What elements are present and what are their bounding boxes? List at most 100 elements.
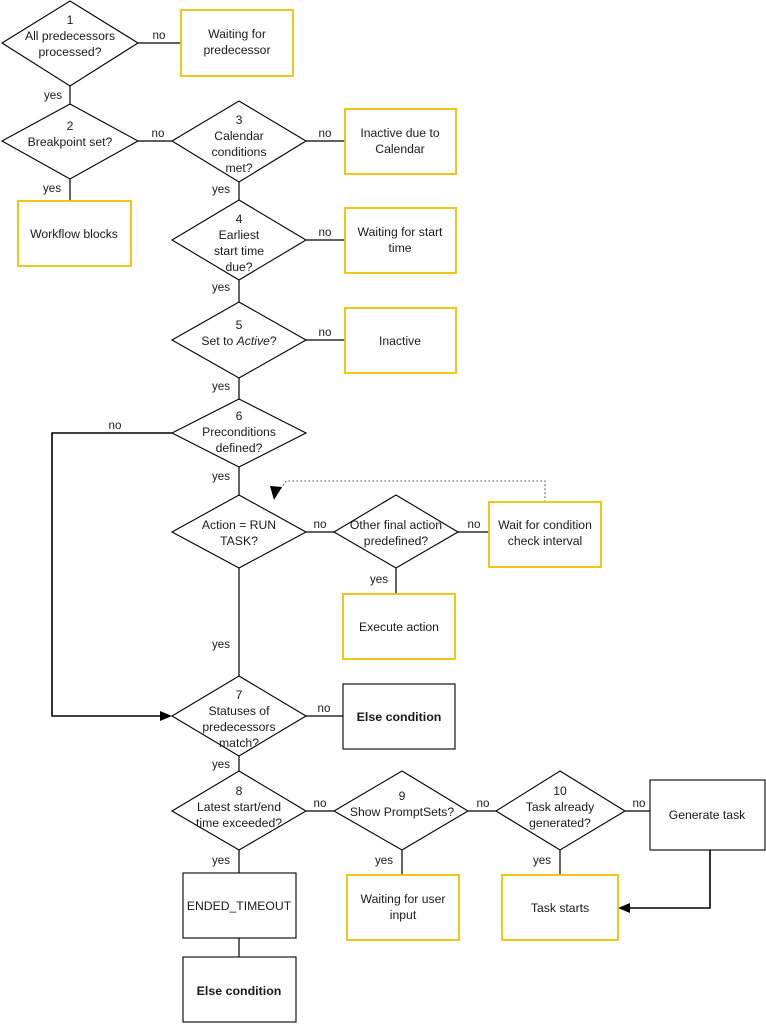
state-box-inactive-due-to-calendar[interactable]: Inactive due to Calendar	[344, 108, 457, 175]
decision-label-line2: predecessors	[202, 720, 275, 734]
box-label-line1: Execute action	[359, 620, 439, 634]
decision-set-to-active[interactable]: 5 Set to Active?	[170, 301, 308, 379]
active-italic: Active	[236, 334, 270, 348]
state-box-inactive[interactable]: Inactive	[344, 307, 457, 374]
edge-label-d7-no: no	[318, 702, 331, 715]
box-label-line1: Else condition	[357, 710, 442, 724]
edge-label-otherfinal-no: no	[468, 518, 481, 531]
edge-wait-condition-feedback	[276, 480, 546, 502]
decision-label-line2: time exceeded?	[196, 816, 282, 830]
box-label-line1: Waiting for user	[361, 892, 446, 906]
state-box-waiting-for-predecessor[interactable]: Waiting for predecessor	[180, 9, 294, 77]
box-label-line1: Inactive due to	[360, 126, 439, 140]
box-label-line1: Inactive	[379, 334, 421, 348]
decision-all-predecessors-processed[interactable]: 1 All predecessors processed?	[0, 0, 140, 87]
state-box-wait-for-condition-check-interval[interactable]: Wait for condition check interval	[488, 501, 602, 568]
state-box-generate-task[interactable]: Generate task	[649, 779, 766, 851]
state-box-waiting-for-start-time[interactable]: Waiting for start time	[344, 207, 457, 274]
decision-label-line1: Breakpoint set?	[28, 135, 113, 149]
decision-label-line1: Other final action	[350, 518, 442, 532]
decision-action-equals-run-task[interactable]: Action = RUN TASK?	[170, 494, 308, 569]
box-label-line2: time	[388, 241, 411, 255]
decision-show-promptsets[interactable]: 9 Show PromptSets?	[332, 770, 470, 851]
decision-label-line1: All predecessors	[25, 29, 115, 43]
decision-breakpoint-set[interactable]: 2 Breakpoint set?	[0, 103, 140, 180]
decision-number: 10	[553, 784, 567, 798]
edge-label-otherfinal-yes: yes	[370, 573, 388, 586]
state-box-execute-action[interactable]: Execute action	[342, 593, 456, 660]
set-to-prefix: Set to	[201, 334, 236, 348]
decision-label-line3: match?	[219, 736, 259, 750]
box-label-line1: Workflow blocks	[30, 227, 118, 241]
arrowhead-taskstarts	[618, 903, 630, 913]
decision-number: 6	[236, 409, 243, 423]
decision-label-line2: conditions	[212, 145, 267, 159]
decision-label-line2: TASK?	[220, 534, 258, 548]
decision-statuses-of-predecessors-match[interactable]: 7 Statuses of predecessors match?	[170, 675, 308, 757]
box-label-line2: Calendar	[375, 142, 424, 156]
edge-label-d10-yes: yes	[533, 854, 551, 867]
decision-preconditions-defined[interactable]: 6 Preconditions defined?	[170, 398, 308, 468]
decision-task-already-generated[interactable]: 10 Task already generated?	[494, 770, 627, 851]
decision-label-line2: generated?	[529, 816, 591, 830]
arrowhead-feedback	[270, 486, 282, 500]
decision-number: 5	[236, 318, 243, 332]
decision-number: 3	[236, 113, 243, 127]
decision-label-line1: Show PromptSets?	[350, 805, 455, 819]
box-label-line1: Waiting for	[208, 27, 266, 41]
edge-label-d1-no: no	[153, 29, 166, 42]
edge-label-d3-yes: yes	[212, 183, 230, 196]
state-box-else-condition-top[interactable]: Else condition	[342, 683, 456, 750]
box-label-line1: Task starts	[531, 901, 589, 915]
decision-earliest-start-time-due[interactable]: 4 Earliest start time due?	[170, 199, 308, 281]
decision-label-line1: Latest start/end	[197, 800, 281, 814]
edge-generate-to-taskstarts	[628, 850, 711, 909]
edge-label-d4-yes: yes	[212, 281, 230, 294]
decision-latest-start-end-time-exceeded[interactable]: 8 Latest start/end time exceeded?	[170, 770, 308, 851]
state-box-else-condition-bottom[interactable]: Else condition	[182, 956, 297, 1023]
decision-label-line1: Action = RUN	[202, 518, 276, 532]
arrowhead-d6-no	[160, 711, 172, 721]
edge-label-runtask-no: no	[314, 518, 327, 531]
decision-label-line3: met?	[225, 161, 252, 175]
state-box-workflow-blocks[interactable]: Workflow blocks	[17, 200, 132, 267]
decision-label-line1: Set to Active?	[201, 334, 276, 348]
flowchart-canvas: 1 All predecessors processed? no yes 2 B…	[0, 0, 766, 1027]
edge-label-d8-yes: yes	[212, 854, 230, 867]
edge-label-d4-no: no	[319, 226, 332, 239]
state-box-task-starts[interactable]: Task starts	[501, 874, 619, 941]
edge-label-d6-yes: yes	[212, 470, 230, 483]
decision-label-line1: Preconditions	[202, 425, 276, 439]
decision-number: 7	[236, 688, 243, 702]
edge-label-d7-yes: yes	[212, 758, 230, 771]
decision-calendar-conditions-met[interactable]: 3 Calendar conditions met?	[170, 100, 308, 183]
set-to-suffix: ?	[270, 334, 277, 348]
box-label-line1: Waiting for start	[358, 225, 443, 239]
box-label-line1: Generate task	[669, 808, 746, 822]
decision-label-line1: Earliest	[219, 228, 260, 242]
box-label-line2: predecessor	[203, 43, 270, 57]
decision-label-line2: processed?	[38, 45, 101, 59]
edge-label-d9-yes: yes	[375, 854, 393, 867]
flowchart-svg: 1 All predecessors processed? no yes 2 B…	[0, 0, 766, 1023]
edge-label-d1-yes: yes	[44, 89, 62, 102]
box-label-line1: ENDED_TIMEOUT	[187, 899, 292, 913]
edge-label-d5-yes: yes	[212, 380, 230, 393]
state-box-waiting-for-user-input[interactable]: Waiting for user input	[346, 874, 460, 941]
edge-label-d10-no: no	[633, 797, 646, 810]
box-label-line1: Else condition	[197, 984, 282, 998]
edge-label-d9-no: no	[477, 797, 490, 810]
decision-number: 2	[67, 119, 74, 133]
edge-label-d5-no: no	[319, 326, 332, 339]
decision-label-line2: start time	[214, 244, 264, 258]
box-label-line2: check interval	[508, 534, 583, 548]
edge-label-d8-no: no	[314, 797, 327, 810]
state-box-ended-timeout[interactable]: ENDED_TIMEOUT	[182, 872, 297, 939]
decision-label-line2: predefined?	[364, 534, 429, 548]
edge-label-d2-yes: yes	[43, 182, 61, 195]
edge-d6-no-loopback	[51, 432, 172, 717]
decision-other-final-action-predefined[interactable]: Other final action predefined?	[332, 494, 460, 569]
edge-label-d6-no: no	[109, 419, 122, 432]
decision-label-line2: defined?	[216, 441, 263, 455]
decision-label-line1: Calendar	[214, 129, 263, 143]
